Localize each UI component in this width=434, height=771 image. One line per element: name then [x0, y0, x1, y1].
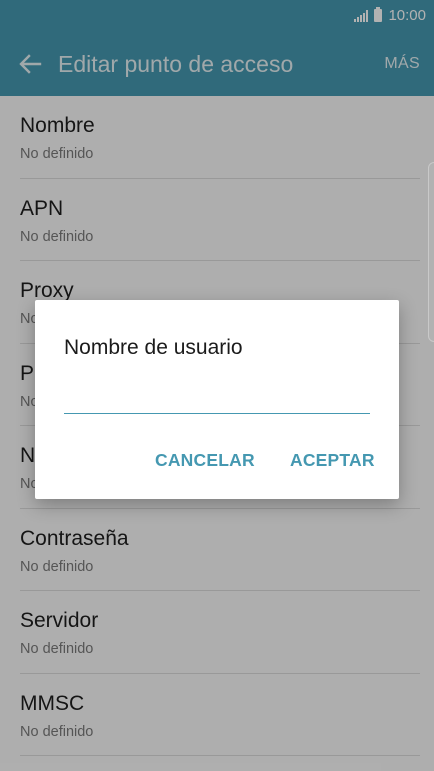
dialog-title: Nombre de usuario [64, 336, 243, 359]
edge-panel-handle[interactable] [428, 162, 434, 342]
accept-button[interactable]: ACEPTAR [290, 450, 375, 471]
username-dialog: Nombre de usuario CANCELAR ACEPTAR [35, 300, 399, 499]
cancel-button[interactable]: CANCELAR [155, 450, 255, 471]
username-input[interactable] [64, 378, 370, 414]
